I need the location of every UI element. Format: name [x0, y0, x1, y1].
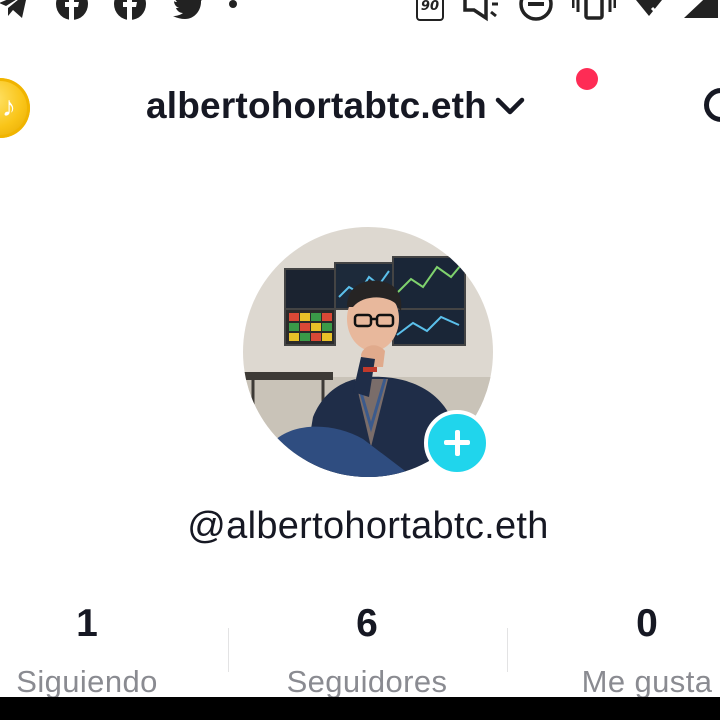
following-label: Siguiendo	[16, 664, 158, 699]
coins-button[interactable]: ♪	[0, 78, 30, 138]
do-not-disturb-icon	[519, 0, 553, 21]
stat-followers[interactable]: 6 Seguidores	[227, 600, 507, 702]
stat-following[interactable]: 1 Siguiendo	[0, 600, 227, 702]
music-note-icon: ♪	[2, 91, 16, 122]
followers-count: 6	[356, 602, 378, 645]
wifi-icon	[636, 0, 664, 20]
dot-icon	[229, 0, 237, 8]
following-count: 1	[76, 602, 98, 645]
facebook-icon	[56, 0, 88, 20]
add-photo-button[interactable]	[424, 410, 490, 476]
facebook-icon	[114, 0, 146, 20]
telegram-icon	[0, 0, 26, 18]
status-bar: 90	[0, 0, 720, 28]
chevron-down-icon	[495, 97, 525, 115]
followers-label: Seguidores	[286, 664, 448, 699]
status-bar-notifications	[0, 0, 238, 22]
refresh-rate-icon: 90	[415, 0, 444, 21]
profile-stats: 1 Siguiendo 6 Seguidores 0 Me gusta	[0, 600, 720, 699]
bottom-edge	[0, 697, 720, 720]
vibrate-icon	[572, 0, 616, 20]
profile-username: @albertohortabtc.eth	[187, 505, 549, 547]
twitter-icon	[173, 0, 202, 19]
stat-likes[interactable]: 0 Me gusta	[507, 600, 720, 702]
megaphone-icon	[463, 0, 498, 22]
account-name: albertohortabtc.eth	[146, 85, 487, 126]
account-switcher[interactable]: albertohortabtc.eth	[146, 85, 525, 127]
likes-label: Me gusta	[581, 664, 713, 699]
likes-count: 0	[636, 602, 658, 645]
status-bar-system: 90	[415, 0, 720, 22]
signal-icon	[684, 0, 718, 18]
profile-header: ♪ albertohortabtc.eth	[0, 58, 720, 158]
notification-dot	[576, 68, 598, 90]
